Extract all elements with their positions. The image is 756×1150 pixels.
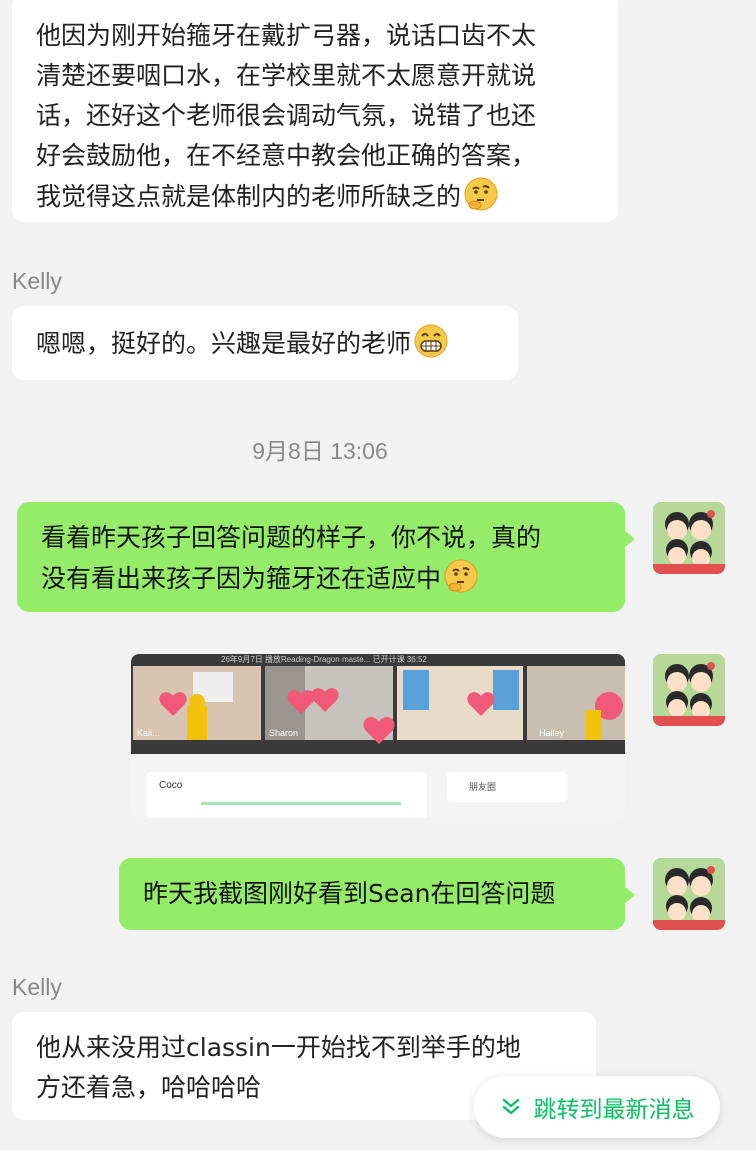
avatar[interactable]: [653, 654, 725, 726]
thinking-face-emoji-icon: [464, 177, 498, 211]
message-bubble-outgoing[interactable]: 昨天我截图刚好看到Sean在回答问题: [119, 858, 635, 930]
message-text-line: 清楚还要咽口水，在学校里就不太愿意开就说: [36, 61, 537, 90]
chat-timestamp: 9月8日 13:06: [252, 438, 388, 464]
image-message[interactable]: 26年9月7日 播放Reading-Dragon maste... 已开计课 3…: [131, 654, 625, 818]
message-text-line: 没有看出来孩子因为箍牙还在适应中: [41, 564, 442, 593]
screenshot-lower-ui: Coco 朋友圈: [131, 754, 625, 818]
message-text-line-with-emoji: 我觉得这点就是体制内的老师所缺乏的: [36, 176, 594, 217]
progress-line: [201, 802, 401, 805]
avatar[interactable]: [653, 502, 725, 574]
message-text-line-with-emoji: 没有看出来孩子因为箍牙还在适应中: [41, 558, 601, 599]
message-bubble-outgoing[interactable]: 看着昨天孩子回答问题的样子，你不说，真的 没有看出来孩子因为箍牙还在适应中: [17, 502, 635, 612]
message-text-line: 他因为刚开始箍牙在戴扩弓器，说话口齿不太: [36, 21, 537, 50]
message-text-line: 他从来没用过classin一开始找不到举手的地: [36, 1033, 521, 1062]
search-card: 朋友圈: [447, 772, 567, 802]
contact-name: Coco: [159, 780, 183, 791]
participant-name: Hailey: [539, 728, 565, 738]
avatar-image: [653, 858, 725, 930]
message-bubble-incoming[interactable]: 嗯嗯，挺好的。兴趣是最好的老师: [12, 306, 518, 380]
video-tile: Kaii...: [133, 666, 261, 740]
contact-card: Coco: [147, 772, 427, 818]
avatar-image: [653, 502, 725, 574]
thinking-face-emoji-icon: [444, 559, 478, 593]
message-text-line: 好会鼓励他，在不经意中教会他正确的答案，: [36, 141, 537, 170]
avatar-image: [653, 654, 725, 726]
heart-sticker-icon: [363, 716, 395, 744]
message-text-line: 看着昨天孩子回答问题的样子，你不说，真的: [41, 523, 542, 552]
sender-name: Kelly: [12, 974, 62, 1000]
double-chevron-down-icon: [502, 1098, 519, 1115]
jump-to-latest-label: 跳转到最新消息: [533, 1097, 695, 1123]
message-text: 昨天我截图刚好看到Sean在回答问题: [143, 879, 556, 908]
video-tile: Hailey: [527, 666, 625, 740]
search-label: 朋友圈: [469, 783, 497, 793]
message-bubble-incoming[interactable]: 他因为刚开始箍牙在戴扩弓器，说话口齿不太 清楚还要咽口水，在学校里就不太愿意开就…: [12, 0, 618, 222]
avatar[interactable]: [653, 858, 725, 930]
participant-name: Sharon: [269, 728, 299, 738]
participant-name: Kaii...: [137, 728, 160, 738]
screenshot-header-text: 26年9月7日 播放Reading-Dragon maste... 已开计课 3…: [221, 655, 427, 664]
message-text: 嗯嗯，挺好的。兴趣是最好的老师: [36, 329, 412, 358]
video-tile: [397, 666, 523, 740]
message-text-line: 话，还好这个老师很会调动气氛，说错了也还: [36, 101, 537, 130]
screenshot-video-strip: 26年9月7日 播放Reading-Dragon maste... 已开计课 3…: [131, 654, 625, 754]
jump-to-latest-button[interactable]: 跳转到最新消息: [474, 1076, 720, 1138]
sender-name: Kelly: [12, 268, 62, 294]
grinning-face-emoji-icon: [414, 324, 448, 358]
message-text-line: 我觉得这点就是体制内的老师所缺乏的: [36, 182, 462, 211]
